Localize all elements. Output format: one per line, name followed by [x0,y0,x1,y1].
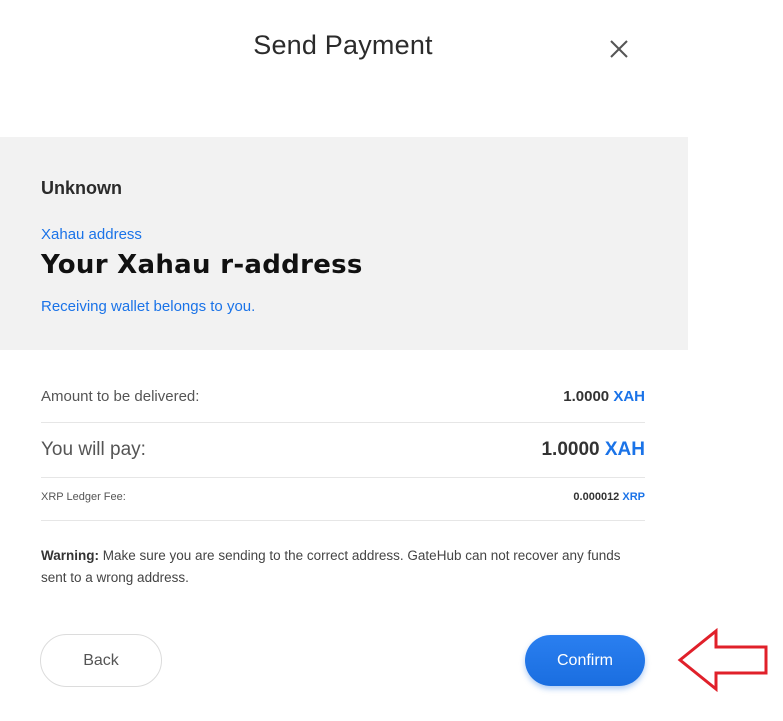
pay-label: You will pay: [41,439,146,460]
fee-label: XRP Ledger Fee: [41,491,126,503]
warning-prefix: Warning: [41,548,99,563]
amount-currency: XAH [613,388,645,405]
recipient-panel: Unknown Xahau address Your Xahau r-addre… [0,137,688,350]
pay-row: You will pay: 1.0000 XAH [41,423,645,478]
amount-value-group: 1.0000 XAH [563,388,645,405]
warning-body: Make sure you are sending to the correct… [41,548,621,585]
ownership-note: Receiving wallet belongs to you. [41,298,256,315]
warning-text: Warning: Make sure you are sending to th… [41,545,645,589]
address-value: Your Xahau r-address [41,250,363,280]
fee-row: XRP Ledger Fee: 0.000012 XRP [41,478,645,521]
fee-value: 0.000012 [573,491,620,503]
recipient-name: Unknown [41,178,122,198]
red-arrow-icon [677,628,768,692]
close-icon [610,40,628,58]
fee-value-group: 0.000012 XRP [573,491,645,503]
pay-value-group: 1.0000 XAH [541,439,645,461]
fee-currency: XRP [622,491,645,503]
close-button[interactable] [606,36,632,62]
confirm-button[interactable]: Confirm [525,635,645,686]
pay-currency: XAH [604,439,645,460]
back-button[interactable]: Back [40,634,162,687]
pay-value: 1.0000 [541,439,600,460]
address-label: Xahau address [41,226,142,243]
modal-title: Send Payment [253,30,433,60]
amount-value: 1.0000 [563,388,610,405]
amount-label: Amount to be delivered: [41,388,200,405]
amount-row: Amount to be delivered: 1.0000 XAH [41,374,645,423]
